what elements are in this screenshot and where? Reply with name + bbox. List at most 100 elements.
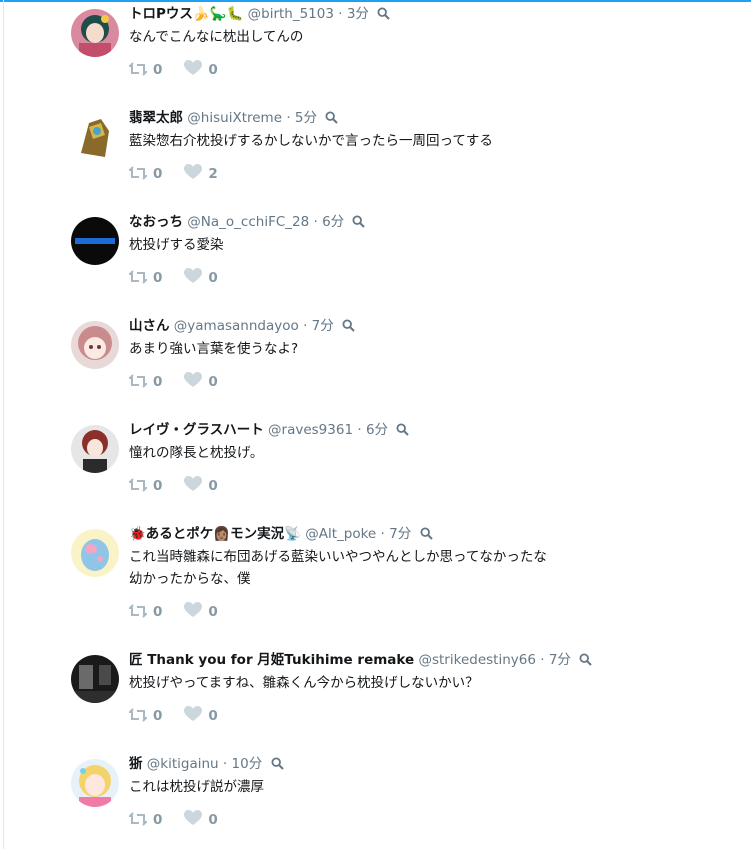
avatar[interactable] (71, 321, 119, 369)
retweet-button[interactable]: 0 (127, 811, 163, 830)
search-icon[interactable] (342, 318, 355, 338)
tweet-header: 匠 Thank you for 月姫Tukihime remake @strik… (129, 650, 739, 670)
retweet-button[interactable]: 0 (127, 269, 162, 288)
like-button[interactable]: 0 (184, 810, 218, 830)
display-name[interactable]: なおっち (129, 214, 183, 230)
tweet-actions: 0 0 (127, 372, 240, 392)
retweet-button[interactable]: 0 (127, 373, 162, 392)
tweet-actions: 0 0 (127, 810, 240, 830)
separator-dot: · (303, 318, 308, 334)
tweet-text: 枕投げする愛染 (129, 237, 224, 253)
tweet-text: 枕投げやってますね、雛森くん今から枕投げしないかい？ (129, 675, 479, 691)
retweet-button[interactable]: 0 (127, 61, 162, 80)
timestamp[interactable]: 5分 (295, 110, 317, 126)
tweet-header: トロPウス🍌🦕🐛 @birth_5103 · 3分 (129, 4, 739, 24)
display-name[interactable]: 匠 Thank you for 月姫Tukihime remake (129, 652, 414, 668)
search-icon[interactable] (352, 214, 366, 234)
like-count: 0 (208, 604, 218, 620)
separator-dot: · (540, 652, 545, 668)
display-name[interactable]: レイヴ・グラスハート (129, 422, 264, 438)
avatar[interactable] (71, 217, 119, 265)
retweet-icon (127, 707, 149, 726)
user-handle[interactable]: @kitigainu (147, 756, 219, 772)
avatar[interactable] (71, 759, 119, 807)
avatar[interactable] (71, 113, 119, 161)
tweet-text: 憧れの隊長と枕投げ。 (129, 445, 264, 461)
avatar[interactable] (71, 529, 119, 577)
user-handle[interactable]: @Alt_poke (305, 526, 376, 542)
heart-icon (184, 60, 203, 80)
retweet-count: 0 (153, 708, 163, 724)
search-icon[interactable] (377, 6, 390, 26)
retweet-count: 0 (153, 812, 163, 828)
search-icon[interactable] (420, 526, 433, 546)
heart-icon (184, 602, 203, 622)
timestamp[interactable]: 7分 (389, 526, 411, 542)
user-handle[interactable]: @strikedestiny66 (418, 652, 535, 668)
like-count: 0 (208, 270, 218, 286)
search-icon[interactable] (270, 756, 284, 776)
avatar[interactable] (71, 425, 119, 473)
heart-icon (184, 372, 203, 392)
like-button[interactable]: 0 (184, 60, 218, 80)
heart-icon (184, 268, 203, 288)
like-button[interactable]: 0 (184, 602, 218, 622)
tweet-actions: 0 0 (127, 268, 240, 288)
heart-icon (184, 476, 203, 496)
user-handle[interactable]: @raves9361 (268, 422, 353, 438)
timestamp[interactable]: 6分 (322, 214, 344, 230)
retweet-button[interactable]: 0 (127, 165, 162, 184)
timestamp[interactable]: 6分 (366, 422, 388, 438)
timestamp[interactable]: 7分 (549, 652, 571, 668)
avatar[interactable] (71, 655, 119, 703)
retweet-button[interactable]: 0 (127, 603, 163, 622)
tweet-actions: 0 0 (127, 476, 240, 496)
tweet-header: 狾 @kitigainu · 10分 (129, 754, 739, 774)
display-name[interactable]: 山さん (129, 318, 170, 334)
like-count: 0 (208, 374, 218, 390)
tweet-actions: 0 0 (127, 602, 240, 622)
retweet-button[interactable]: 0 (127, 707, 163, 726)
retweet-count: 0 (153, 604, 163, 620)
like-button[interactable]: 0 (184, 268, 218, 288)
like-button[interactable]: 2 (184, 164, 218, 184)
retweet-icon (127, 61, 149, 80)
user-handle[interactable]: @Na_o_cchiFC_28 (187, 214, 309, 230)
timestamp[interactable]: 7分 (312, 318, 334, 334)
retweet-count: 0 (153, 478, 163, 494)
display-name[interactable]: 🐞あるとポケ👩🏽モン実況📡 (129, 526, 301, 542)
retweet-icon (127, 477, 149, 496)
timestamp[interactable]: 3分 (347, 6, 369, 22)
tweet-header: なおっち @Na_o_cchiFC_28 · 6分 (129, 212, 739, 232)
retweet-icon (127, 269, 149, 288)
separator-dot: · (286, 110, 291, 126)
avatar[interactable] (71, 9, 119, 57)
like-count: 0 (208, 62, 218, 78)
tweet-text: これは枕投げ説が濃厚 (129, 779, 264, 795)
search-icon[interactable] (325, 110, 339, 130)
user-handle[interactable]: @birth_5103 (248, 6, 334, 22)
user-handle[interactable]: @yamasanndayoo (174, 318, 299, 334)
user-handle[interactable]: @hisuiXtreme (187, 110, 282, 126)
display-name[interactable]: トロPウス🍌🦕🐛 (129, 6, 243, 22)
tweet-text: これ当時雛森に布団あげる藍染いいやつやんとしか思ってなかったな 幼かったからな、… (129, 549, 547, 587)
display-name[interactable]: 狾 (129, 756, 143, 772)
retweet-icon (127, 603, 149, 622)
separator-dot: · (338, 6, 343, 22)
tweet-actions: 0 0 (127, 60, 240, 80)
like-button[interactable]: 0 (184, 372, 218, 392)
separator-dot: · (380, 526, 385, 542)
tweet-header: 山さん @yamasanndayoo · 7分 (129, 316, 739, 336)
tweet-text: 藍染惣右介枕投げするかしないかで言ったら一周回ってする (129, 133, 493, 149)
tweet-header: 🐞あるとポケ👩🏽モン実況📡 @Alt_poke · 7分 (129, 524, 739, 544)
timestamp[interactable]: 10分 (232, 756, 263, 772)
like-button[interactable]: 0 (184, 476, 218, 496)
display-name[interactable]: 翡翠太郎 (129, 110, 183, 126)
search-icon[interactable] (396, 422, 410, 442)
search-icon[interactable] (579, 652, 592, 672)
top-accent-line (0, 0, 751, 2)
separator-dot: · (357, 422, 362, 438)
like-button[interactable]: 0 (184, 706, 218, 726)
tweet-text: あまり強い言葉を使うなよ? (129, 341, 299, 357)
retweet-button[interactable]: 0 (127, 477, 163, 496)
